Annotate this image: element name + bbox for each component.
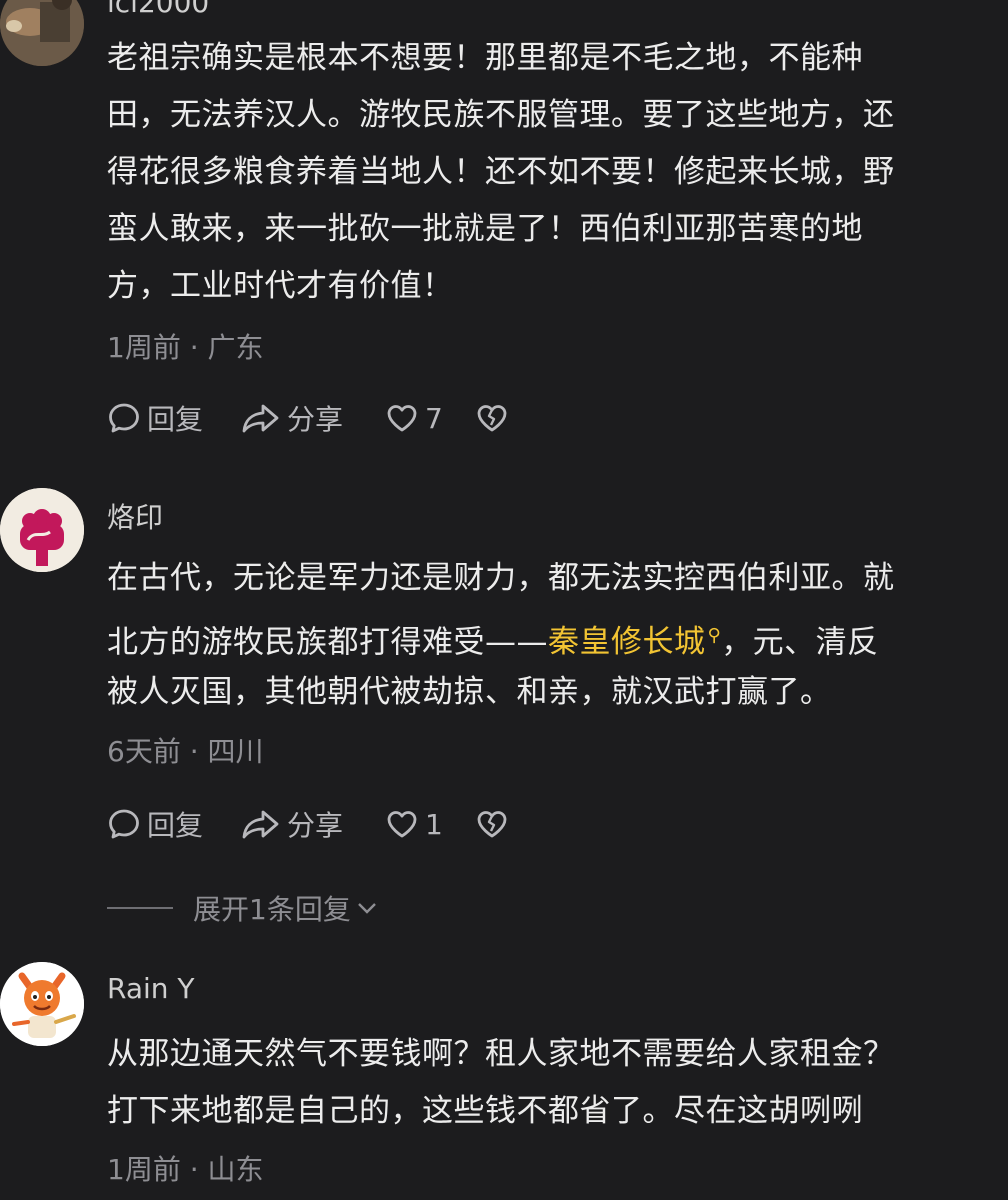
like-count: 1 [425,807,443,841]
comment-line: 在古代，无论是军力还是财力，都无法实控西伯利亚。就 [107,560,895,596]
avatar[interactable] [0,0,84,66]
reply-label: 回复 [147,403,204,436]
share-arrow-icon [241,807,281,841]
heart-icon [385,401,419,435]
search-icon: ⚲ [707,625,722,646]
divider [107,907,173,909]
comment-text: 老祖宗确实是根本不想要！那里都是不毛之地，不能种 田，无法养汉人。游牧民族不服管… [107,30,987,315]
comment-meta: 1周前 · 广东 [107,331,264,364]
comment-line: 从那边通天然气不要钱啊？租人家地不需要给人家租金？ [107,1036,895,1072]
avatar[interactable] [0,962,84,1046]
comment-bubble-icon [107,807,141,841]
comment-line: 得花很多粮食养着当地人！还不如不要！修起来长城，野 [107,154,895,190]
comment-line: 被人灭国，其他朝代被劫掠、和亲，就汉武打赢了。 [107,674,832,710]
comment-line: 蛮人敢来，来一批砍一批就是了！西伯利亚那苦寒的地 [107,211,863,247]
comment-meta: 1周前 · 山东 [107,1153,264,1186]
comment-actions: 回复 分享 7 [107,398,707,438]
username[interactable]: lcl2000 [107,0,209,19]
avatar-image [0,962,84,1046]
username[interactable]: 烙印 [107,496,163,536]
chevron-down-icon [355,896,379,920]
like-button[interactable]: 1 [385,804,443,844]
share-button[interactable]: 分享 [241,804,343,844]
comment-text: 从那边通天然气不要钱啊？租人家地不需要给人家租金？ 打下来地都是自己的，这些钱不… [107,1026,987,1140]
comment-bubble-icon [107,401,141,435]
comment-text-segment: 北方的游牧民族都打得难受—— [107,624,548,661]
username[interactable]: Rain Y [107,972,195,1005]
share-button[interactable]: 分享 [241,398,343,438]
comment-text: 在古代，无论是军力还是财力，都无法实控西伯利亚。就 北方的游牧民族都打得难受——… [107,550,987,721]
comment-line: 打下来地都是自己的，这些钱不都省了。尽在这胡咧咧 [107,1093,863,1129]
avatar-image [0,488,84,572]
comment-line: 方，工业时代才有价值！ [107,268,454,304]
reply-button[interactable]: 回复 [107,398,203,438]
expand-replies-label: 展开1条回复 [193,893,351,926]
reply-label: 回复 [147,809,204,842]
search-keyword-text: 秦皇修长城 [548,624,706,661]
dislike-heart-icon [475,807,509,841]
reply-button[interactable]: 回复 [107,804,203,844]
avatar[interactable] [0,488,84,572]
share-arrow-icon [241,401,281,435]
like-button[interactable]: 7 [385,398,443,438]
comment-line: 田，无法养汉人。游牧民族不服管理。要了这些地方，还 [107,97,895,133]
comment-text-segment: ，元、清反 [721,624,879,661]
share-label: 分享 [287,809,344,842]
heart-icon [385,807,419,841]
share-label: 分享 [287,403,344,436]
search-keyword-link[interactable]: 秦皇修长城 ⚲ [548,624,721,660]
comment-meta: 6天前 · 四川 [107,735,264,768]
like-count: 7 [425,401,443,435]
dislike-heart-icon [475,401,509,435]
comment-line: 北方的游牧民族都打得难受——秦皇修长城 ⚲，元、清反 [107,607,987,664]
comment-actions: 回复 分享 1 [107,804,707,844]
comment-line: 老祖宗确实是根本不想要！那里都是不毛之地，不能种 [107,40,863,76]
dislike-button[interactable] [475,804,509,844]
avatar-image [0,0,84,66]
dislike-button[interactable] [475,398,509,438]
expand-replies-button[interactable]: 展开1条回复 [107,888,379,928]
